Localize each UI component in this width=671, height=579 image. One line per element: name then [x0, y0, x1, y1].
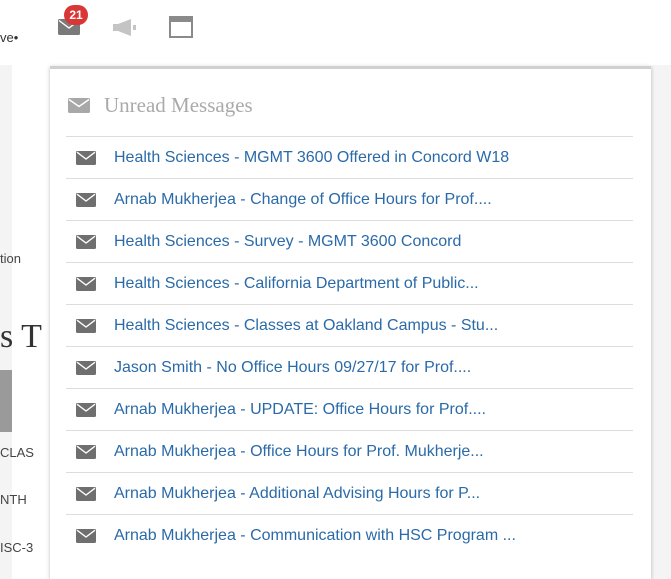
message-item[interactable]: Arnab Mukherjea - Additional Advising Ho… [66, 472, 633, 514]
message-item[interactable]: Arnab Mukherjea - UPDATE: Office Hours f… [66, 388, 633, 430]
dropdown-header: Unread Messages [68, 87, 253, 123]
envelope-icon [76, 318, 96, 333]
background-table-column: CLAS [0, 445, 34, 460]
message-list: Health Sciences - MGMT 3600 Offered in C… [66, 136, 633, 556]
background-text-fragment: tion [0, 251, 21, 266]
message-subject-link[interactable]: Arnab Mukherjea - Additional Advising Ho… [114, 485, 480, 503]
background-right-edge [651, 65, 671, 579]
message-subject-link[interactable]: Health Sciences - MGMT 3600 Offered in C… [114, 149, 509, 167]
message-subject-link[interactable]: Arnab Mukherjea - Office Hours for Prof.… [114, 443, 484, 461]
background-table-cell: NTH [0, 492, 27, 507]
message-subject-link[interactable]: Jason Smith - No Office Hours 09/27/17 f… [114, 359, 471, 377]
envelope-icon [76, 402, 96, 417]
message-item[interactable]: Arnab Mukherjea - Office Hours for Prof.… [66, 430, 633, 472]
background-table-cell: ISC-3 [0, 540, 34, 555]
screen: tion s T CLAS NTH ISC-3 ve• 21 Unread Me… [0, 0, 671, 579]
envelope-icon [76, 360, 96, 375]
message-subject-link[interactable]: Health Sciences - Classes at Oakland Cam… [114, 317, 498, 335]
top-navigation-bar: ve• 21 [0, 0, 671, 50]
announcements-button[interactable] [108, 10, 142, 44]
notification-count-badge: 21 [64, 5, 88, 25]
dropdown-title: Unread Messages [104, 92, 253, 117]
message-item[interactable]: Jason Smith - No Office Hours 09/27/17 f… [66, 346, 633, 388]
message-subject-link[interactable]: Arnab Mukherjea - Communication with HSC… [114, 527, 516, 545]
message-item[interactable]: Health Sciences - MGMT 3600 Offered in C… [66, 136, 633, 178]
message-item[interactable]: Health Sciences - California Department … [66, 262, 633, 304]
envelope-icon [76, 486, 96, 501]
megaphone-icon [113, 19, 136, 36]
message-item[interactable]: Health Sciences - Survey - MGMT 3600 Con… [66, 220, 633, 262]
message-item[interactable]: Arnab Mukherjea - Communication with HSC… [66, 514, 633, 556]
envelope-icon [76, 528, 96, 543]
envelope-icon [68, 97, 90, 113]
user-menu-toggle[interactable]: ve• [0, 30, 18, 45]
message-item[interactable]: Health Sciences - Classes at Oakland Cam… [66, 304, 633, 346]
message-subject-link[interactable]: Arnab Mukherjea - UPDATE: Office Hours f… [114, 401, 486, 419]
envelope-icon [76, 234, 96, 249]
background-heading-fragment: s T [0, 318, 42, 355]
envelope-icon [76, 192, 96, 207]
unread-messages-dropdown: Unread Messages Health Sciences - MGMT 3… [50, 66, 651, 579]
envelope-icon [76, 150, 96, 165]
message-subject-link[interactable]: Arnab Mukherjea - Change of Office Hours… [114, 191, 492, 209]
background-table-header [0, 370, 12, 432]
window-button[interactable] [164, 10, 198, 44]
envelope-icon [76, 444, 96, 459]
message-subject-link[interactable]: Health Sciences - Survey - MGMT 3600 Con… [114, 233, 461, 251]
message-subject-link[interactable]: Health Sciences - California Department … [114, 275, 479, 293]
window-icon [169, 16, 193, 38]
message-item[interactable]: Arnab Mukherjea - Change of Office Hours… [66, 178, 633, 220]
envelope-icon [76, 276, 96, 291]
